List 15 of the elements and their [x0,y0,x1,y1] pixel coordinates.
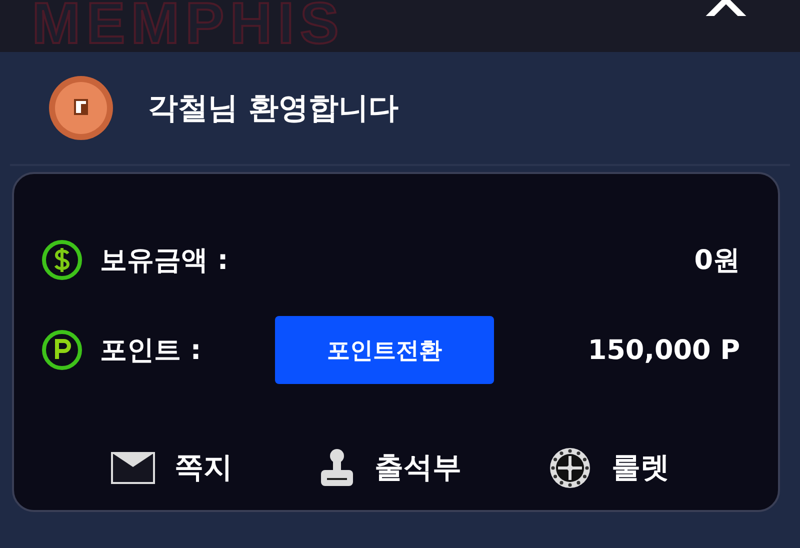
welcome-text: 각철님 환영합니다 [148,90,398,128]
stamp-icon [318,448,354,488]
point-coin-icon [40,328,84,372]
envelope-icon [110,452,154,484]
menu-link[interactable]: 출석부 [374,448,462,488]
balance-value: 0원 [694,244,740,278]
roulette-icon [548,446,592,490]
balance-label: 포인트 : [100,334,202,368]
balance-value: 150,000 P [588,334,740,366]
balance-label: 보유금액 : [100,244,230,278]
menu-link[interactable]: 룰렛 [612,448,670,488]
bronze-medal-icon [48,75,114,141]
point-convert-button[interactable]: 포인트전환 [275,316,494,384]
menu-link[interactable]: 쪽지 [174,448,232,488]
dollar-coin-icon [40,238,84,282]
